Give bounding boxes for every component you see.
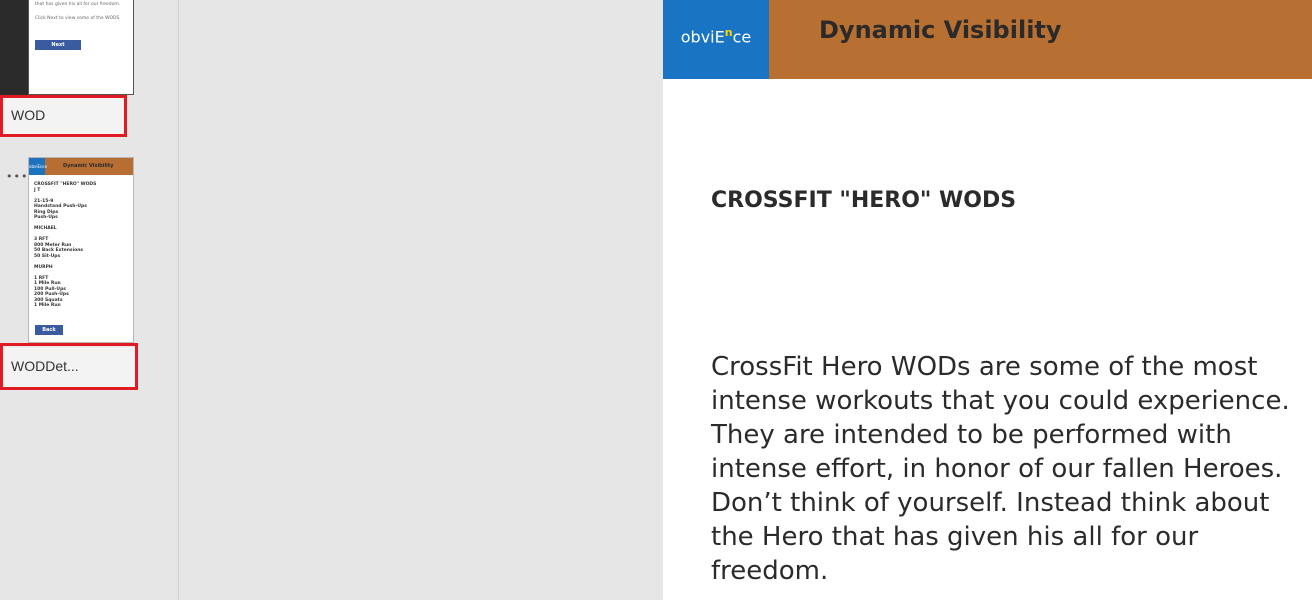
screen-thumbnail-edge xyxy=(0,0,28,96)
thumbnail-title: Dynamic Visibility xyxy=(63,163,114,169)
logo-text: obviE xyxy=(680,27,725,47)
thumbnail-back-button: Back xyxy=(35,325,63,335)
highlight-box xyxy=(0,343,138,390)
thumbnail-body: CROSSFIT "HERO" WODS J T 21-15-9 Handsta… xyxy=(34,182,97,308)
logo-text: ce xyxy=(732,27,752,47)
screen-thumbnail-wod[interactable]: that has given his all for our freedom. … xyxy=(28,0,134,95)
description-text: CrossFit Hero WODs are some of the most … xyxy=(711,352,1290,586)
highlight-box xyxy=(0,95,127,137)
screens-panel: that has given his all for our freedom. … xyxy=(0,0,179,600)
more-options-icon[interactable]: ••• xyxy=(6,170,28,183)
screen-thumbnail-woddetails[interactable]: obviEnce Dynamic Visibility CROSSFIT "HE… xyxy=(28,157,134,343)
thumbnail-text: that has given his all for our freedom. xyxy=(35,2,121,7)
thumbnail-next-button: Next xyxy=(35,40,81,50)
thumbnail-logo: obviEnce xyxy=(29,158,47,175)
screen-preview: obviEnce Dynamic Visibility CROSSFIT "HE… xyxy=(663,0,1312,600)
app-title: Dynamic Visibility xyxy=(819,16,1062,44)
thumbnail-text: Click Next to view some of the WODS xyxy=(35,16,120,21)
page-heading: CROSSFIT "HERO" WODS xyxy=(711,188,1017,213)
obvience-logo: obviEnce xyxy=(663,0,769,79)
logo-superscript: n xyxy=(724,26,733,39)
canvas-area xyxy=(179,0,663,600)
app-header: obviEnce Dynamic Visibility xyxy=(663,0,1312,79)
